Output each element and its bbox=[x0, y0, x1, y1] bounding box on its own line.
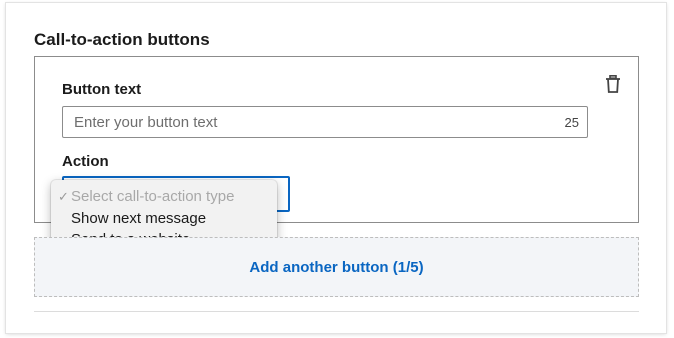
button-text-label: Button text bbox=[62, 81, 142, 98]
add-another-button-area[interactable]: Add another button (1/5) bbox=[34, 237, 639, 297]
button-text-placeholder: Enter your button text bbox=[74, 114, 218, 131]
checkmark-icon: ✓ bbox=[58, 189, 69, 204]
divider bbox=[34, 311, 639, 312]
section-title: Call-to-action buttons bbox=[34, 30, 210, 49]
char-counter: 25 bbox=[564, 115, 579, 130]
add-another-button-link[interactable]: Add another button (1/5) bbox=[35, 259, 638, 276]
dropdown-option-show-next-message[interactable]: Show next message bbox=[71, 210, 206, 227]
action-label: Action bbox=[62, 153, 109, 170]
trash-icon[interactable] bbox=[605, 75, 621, 93]
dropdown-option-select-type: Select call-to-action type bbox=[71, 188, 235, 205]
button-text-input[interactable]: Enter your button text 25 bbox=[62, 106, 588, 138]
